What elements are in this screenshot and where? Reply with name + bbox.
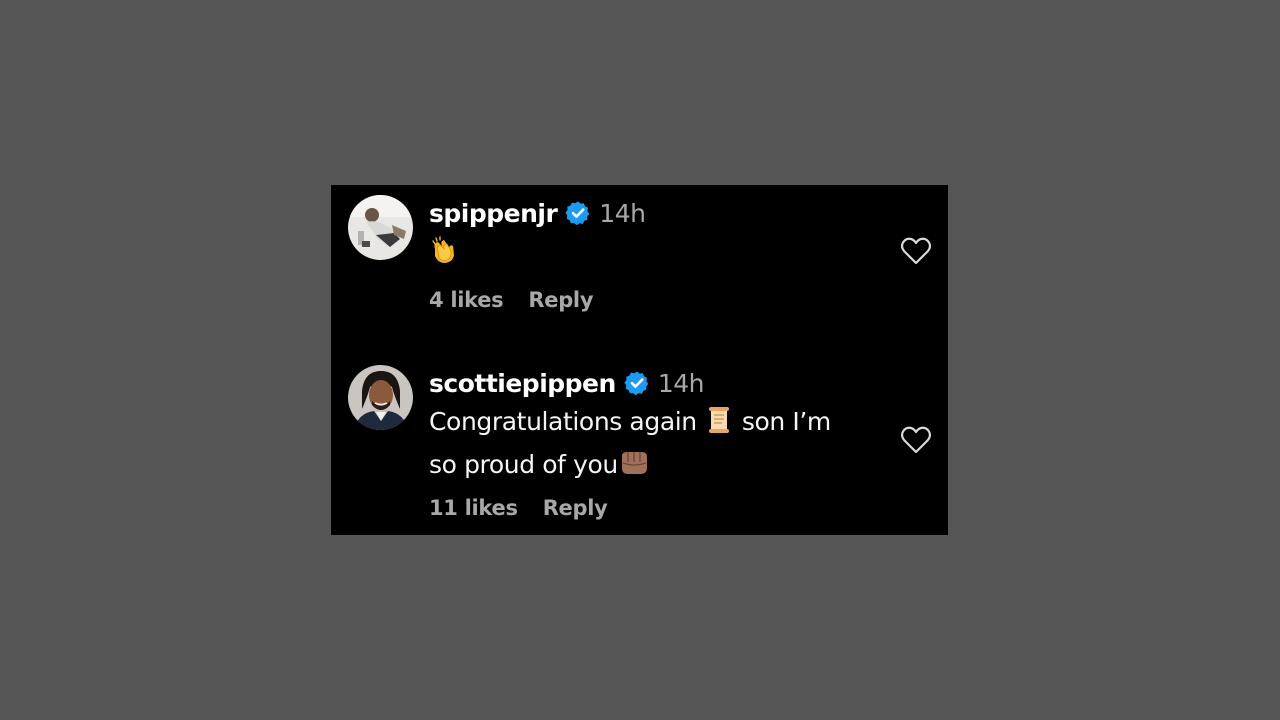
comments-panel: spippenjr 14h 4 likes Reply scottiepippe… xyxy=(331,185,948,535)
username[interactable]: scottiepippen xyxy=(429,369,616,398)
oncoming-fist-emoji xyxy=(618,448,650,489)
likes-count[interactable]: 4 likes xyxy=(429,288,504,312)
comment-item: scottiepippen 14h Congratulations again … xyxy=(331,355,948,535)
username[interactable]: spippenjr xyxy=(429,199,558,228)
comment-actions: 4 likes Reply xyxy=(429,288,594,312)
reply-button[interactable]: Reply xyxy=(543,496,608,520)
comment-item: spippenjr 14h 4 likes Reply xyxy=(331,185,948,335)
avatar[interactable] xyxy=(348,365,413,430)
verified-badge-icon xyxy=(565,200,591,226)
comment-text-part: son I’m xyxy=(741,407,831,436)
comment-header: spippenjr 14h xyxy=(429,197,646,229)
clapping-hands-emoji xyxy=(429,235,459,276)
comment-text-part: so proud of you xyxy=(429,450,618,479)
comment-actions: 11 likes Reply xyxy=(429,496,608,520)
comment-text: Congratulations again son I’m so proud o… xyxy=(429,403,869,489)
reply-button[interactable]: Reply xyxy=(528,288,593,312)
scroll-emoji xyxy=(704,405,734,446)
comment-time: 14h xyxy=(599,198,646,228)
verified-badge-icon xyxy=(624,370,650,396)
heart-outline-icon[interactable] xyxy=(899,234,933,268)
likes-count[interactable]: 11 likes xyxy=(429,496,518,520)
comment-time: 14h xyxy=(657,368,705,398)
heart-outline-icon[interactable] xyxy=(899,423,933,457)
comment-text-part: Congratulations again xyxy=(429,407,697,436)
avatar[interactable] xyxy=(348,195,413,260)
comment-header: scottiepippen 14h xyxy=(429,367,704,399)
comment-text xyxy=(429,233,869,276)
